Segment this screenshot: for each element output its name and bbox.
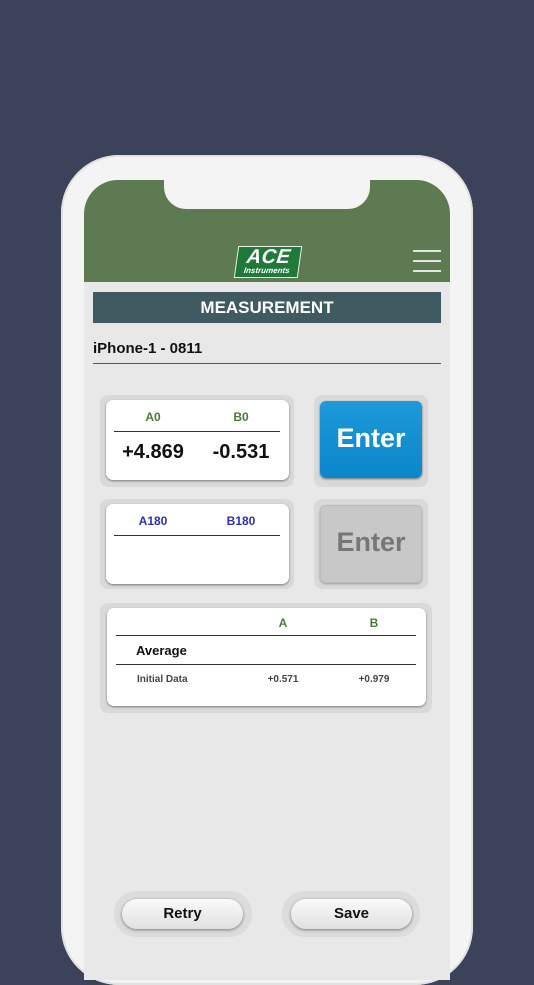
initial-data-a: +0.571 [267, 674, 299, 685]
table-row-divider [116, 664, 416, 665]
reading-180-card: A180 B180 [106, 504, 289, 584]
enter-button-0[interactable]: Enter [320, 401, 422, 478]
save-button[interactable]: Save [291, 899, 412, 929]
average-row-title: Average [136, 643, 187, 658]
initial-data-label: Initial Data [137, 674, 188, 685]
logo-primary-text: ACE [245, 246, 293, 268]
reading-0-card: A0 B0 +4.869 -0.531 [106, 400, 289, 480]
enter-button-180[interactable]: Enter [320, 505, 422, 583]
value-b0: -0.531 [212, 441, 270, 463]
ace-instruments-logo: ACE Instruments [233, 246, 303, 278]
average-column-a-header: A [278, 616, 288, 630]
hamburger-menu-icon[interactable] [413, 250, 441, 272]
average-column-b-header: B [369, 616, 379, 630]
column-a0-header: A0 [145, 410, 161, 424]
app-header: ACE Instruments [84, 180, 450, 282]
column-b0-header: B0 [233, 410, 249, 424]
device-notch [164, 180, 370, 209]
initial-data-b: +0.979 [358, 674, 390, 685]
retry-button[interactable]: Retry [122, 899, 243, 929]
app-screen: ACE Instruments MEASUREMENT iPhone-1 - 0… [84, 180, 450, 980]
header-divider [114, 535, 280, 536]
column-a180-header: A180 [138, 514, 168, 528]
logo-secondary-text: Instruments [243, 266, 291, 275]
average-card: A B Average Initial Data +0.571 +0.979 [107, 608, 426, 706]
column-b180-header: B180 [226, 514, 256, 528]
header-divider [114, 431, 280, 432]
page-title: MEASUREMENT [93, 292, 441, 323]
device-name-label: iPhone-1 - 0811 [93, 339, 441, 364]
table-header-divider [116, 635, 416, 636]
value-a0: +4.869 [122, 441, 184, 463]
